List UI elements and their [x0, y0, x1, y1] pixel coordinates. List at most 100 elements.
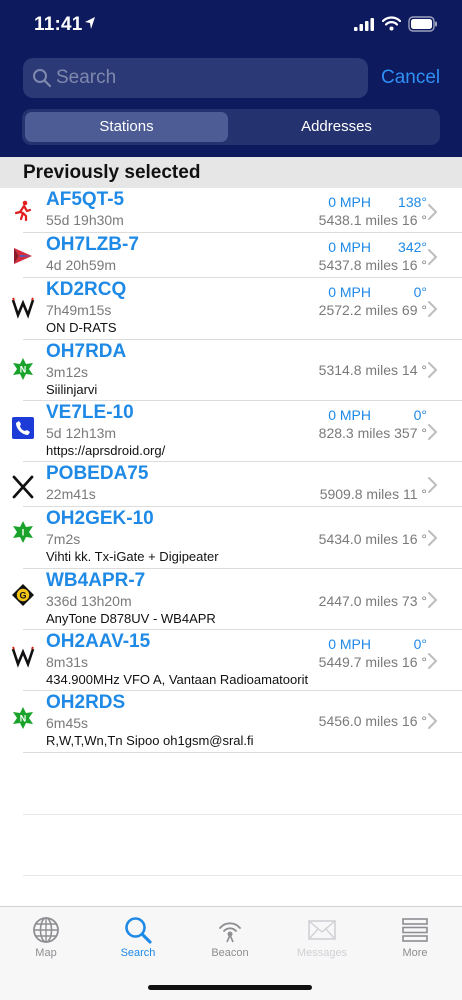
runner-icon: [14, 200, 32, 222]
station-age: 22m41s: [46, 486, 96, 502]
tab-search[interactable]: Search: [98, 915, 178, 959]
status-time: 11:41: [34, 14, 83, 35]
station-callsign: POBEDA75: [46, 463, 149, 484]
station-age: 7h49m15s: [46, 302, 112, 318]
chevron-right-icon: [428, 592, 437, 608]
tab-more[interactable]: More: [375, 915, 455, 959]
wifi-icon: [382, 16, 401, 31]
chevron-right-icon: [428, 301, 437, 317]
x-mark-icon: [12, 475, 34, 499]
chevron-right-icon: [428, 713, 437, 729]
tab-label: More: [402, 947, 428, 959]
tab-label: Beacon: [211, 947, 249, 959]
segment-stations[interactable]: Stations: [25, 112, 228, 142]
beacon-icon: [219, 922, 241, 943]
station-row[interactable]: POBEDA75 22m41s 5909.8 miles 11 °: [0, 462, 462, 507]
digipeater-n-icon: N: [13, 358, 33, 380]
station-callsign: OH2RDS: [46, 692, 126, 713]
segment-addresses[interactable]: Addresses: [235, 112, 438, 142]
station-course: 0°: [413, 636, 427, 652]
station-row[interactable]: KD2RCQ 7h49m15s ON D-RATS 0 MPH 0° 2572.…: [0, 278, 462, 340]
tab-label: Search: [120, 947, 156, 959]
station-distance: 5434.0 miles 16 °: [318, 531, 427, 547]
status-bar: 11:41: [0, 0, 462, 50]
station-speed: 0 MPH: [328, 284, 371, 300]
station-row[interactable]: G WB4APR-7 336d 13h20m AnyTone D878UV - …: [0, 569, 462, 630]
chevron-right-icon: [428, 249, 437, 265]
station-course: 138°: [398, 194, 427, 210]
globe-icon: [33, 917, 59, 943]
gateway-g-icon: G: [12, 584, 34, 606]
navigation-header: 11:41 Search Cancel Stations Addresses: [0, 0, 462, 157]
station-callsign: KD2RCQ: [46, 279, 127, 300]
chevron-right-icon: [428, 477, 437, 493]
station-comment: 434.900MHz VFO A, Vantaan Radioamatoorit: [46, 672, 309, 687]
station-distance: 5314.8 miles 14 °: [318, 362, 427, 378]
chevron-right-icon: [428, 653, 437, 669]
station-comment: AnyTone D878UV - WB4APR: [46, 611, 216, 626]
search-field[interactable]: Search: [23, 58, 368, 98]
station-comment: R,W,T,Wn,Tn Sipoo oh1gsm@sral.fi: [46, 733, 254, 748]
search-icon: [125, 917, 152, 944]
envelope-icon: [308, 920, 336, 940]
station-distance: 5449.7 miles 16 °: [318, 654, 427, 670]
station-speed: 0 MPH: [328, 239, 371, 255]
location-arrow-icon: [85, 17, 95, 29]
station-row[interactable]: N OH2RDS 6m45s R,W,T,Wn,Tn Sipoo oh1gsm@…: [0, 691, 462, 753]
station-age: 3m12s: [46, 364, 89, 380]
station-age: 8m31s: [46, 654, 89, 670]
station-age: 7m2s: [46, 531, 81, 547]
station-callsign: VE7LE-10: [46, 402, 134, 423]
cancel-button[interactable]: Cancel: [381, 67, 440, 89]
weather-station-icon: [11, 646, 35, 668]
phone-icon: [12, 417, 34, 439]
station-distance: 5438.1 miles 16 °: [318, 212, 427, 228]
station-row[interactable]: VE7LE-10 5d 12h13m https://aprsdroid.org…: [0, 401, 462, 462]
station-row[interactable]: N OH7RDA 3m12s Siilinjarvi 5314.8 miles …: [0, 340, 462, 401]
station-row[interactable]: OH7LZB-7 4d 20h59m 0 MPH 342° 5437.8 mil…: [0, 233, 462, 278]
station-distance: 5909.8 miles 11 °: [319, 486, 427, 502]
chevron-right-icon: [428, 362, 437, 378]
station-distance: 5437.8 miles 16 °: [318, 257, 427, 273]
station-age: 55d 19h30m: [46, 212, 124, 228]
battery-icon: [408, 16, 437, 32]
station-callsign: OH2AAV-15: [46, 631, 151, 652]
tab-beacon[interactable]: Beacon: [190, 915, 270, 959]
svg-text:I: I: [22, 528, 25, 538]
station-course: 0°: [413, 284, 427, 300]
tab-messages[interactable]: Messages: [282, 915, 362, 959]
station-comment: Vihti kk. Tx-iGate + Digipeater: [46, 549, 219, 564]
station-callsign: WB4APR-7: [46, 570, 146, 591]
station-speed: 0 MPH: [328, 636, 371, 652]
home-indicator: [148, 985, 312, 990]
station-callsign: OH2GEK-10: [46, 508, 154, 529]
station-age: 5d 12h13m: [46, 425, 117, 441]
section-title: Previously selected: [23, 162, 201, 183]
station-speed: 0 MPH: [328, 407, 371, 423]
chevron-right-icon: [428, 424, 437, 440]
chevron-right-icon: [428, 204, 437, 220]
svg-text:G: G: [19, 590, 26, 600]
station-age: 6m45s: [46, 715, 89, 731]
scope-segmented-control: Stations Addresses: [22, 109, 440, 145]
igate-i-icon: I: [13, 521, 33, 543]
station-comment: Siilinjarvi: [46, 382, 98, 397]
tab-label: Messages: [296, 947, 348, 959]
cellular-signal-icon: [354, 18, 374, 31]
station-age: 336d 13h20m: [46, 593, 132, 609]
row-separator: [23, 752, 462, 753]
chevron-right-icon: [428, 530, 437, 546]
tab-map[interactable]: Map: [6, 915, 86, 959]
tab-label: Map: [35, 947, 57, 959]
station-row[interactable]: AF5QT-5 55d 19h30m 0 MPH 138° 5438.1 mil…: [0, 188, 462, 233]
station-speed: 0 MPH: [328, 194, 371, 210]
station-callsign: AF5QT-5: [46, 189, 125, 210]
station-distance: 2447.0 miles 73 °: [318, 593, 427, 609]
station-course: 0°: [413, 407, 427, 423]
section-header: Previously selected: [0, 157, 462, 188]
station-row[interactable]: I OH2GEK-10 7m2s Vihti kk. Tx-iGate + Di…: [0, 507, 462, 569]
digipeater-n-icon: N: [13, 707, 33, 729]
weather-station-icon: [11, 297, 35, 319]
station-age: 4d 20h59m: [46, 257, 117, 273]
station-row[interactable]: OH2AAV-15 8m31s 434.900MHz VFO A, Vantaa…: [0, 630, 462, 691]
